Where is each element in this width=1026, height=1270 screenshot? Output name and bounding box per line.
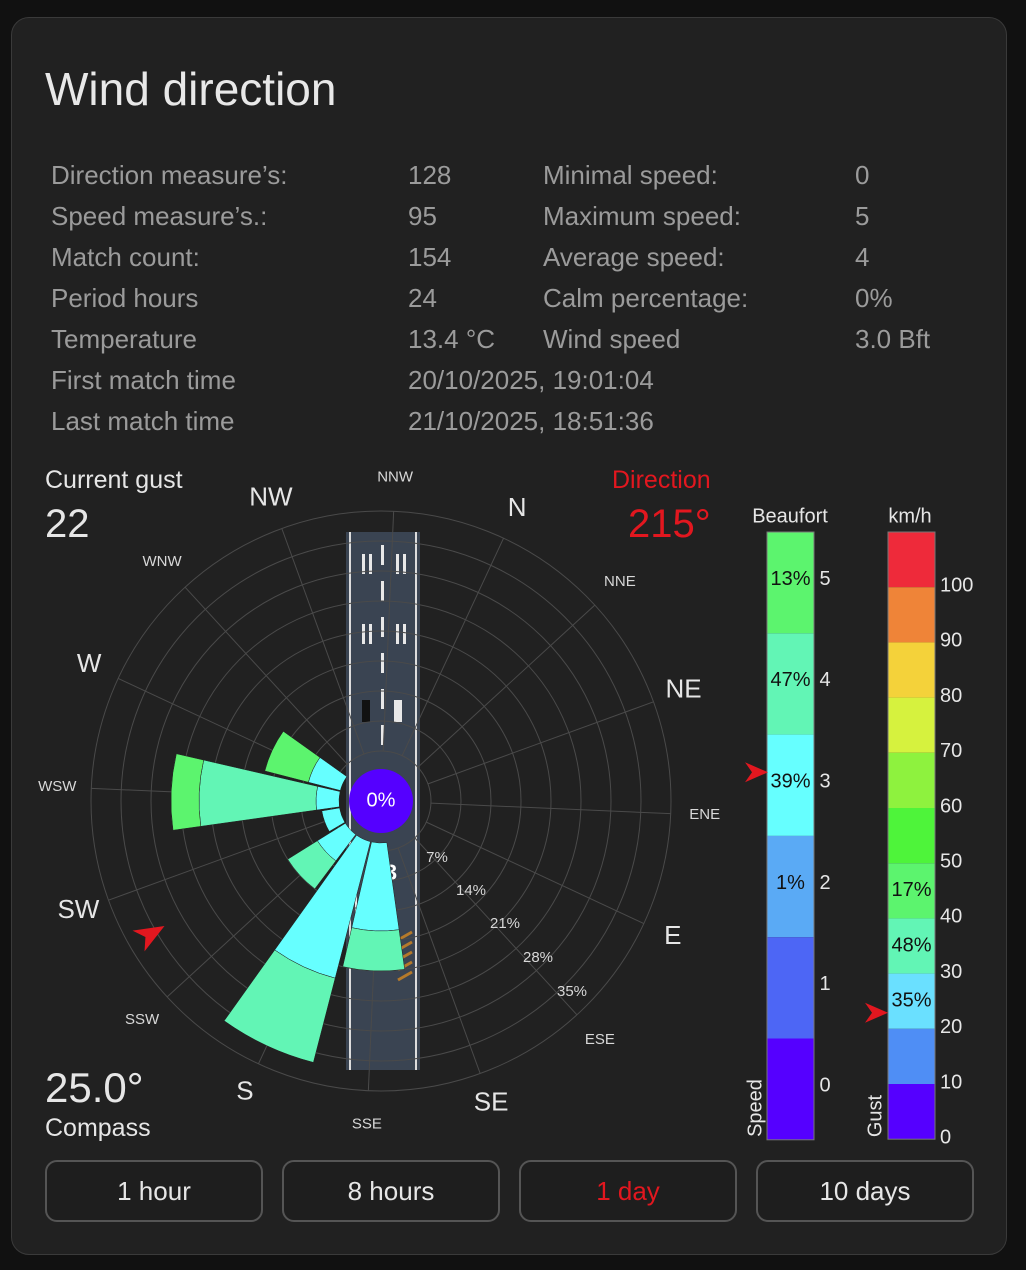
runway-marking xyxy=(396,554,399,574)
beaufort-percent: 39% xyxy=(770,771,810,793)
runway-centerline xyxy=(381,653,384,673)
direction-label-SE: SE xyxy=(474,1086,509,1116)
runway-marking xyxy=(362,624,365,644)
kmh-tick-label: 0 xyxy=(940,1126,951,1148)
runway-centerline xyxy=(381,581,384,601)
kmh-percent: 17% xyxy=(891,879,931,901)
kmh-tick-label: 50 xyxy=(940,850,962,872)
beaufort-percent: 1% xyxy=(776,872,805,894)
kmh-band xyxy=(888,1084,935,1140)
kmh-band xyxy=(888,587,935,643)
kmh-band xyxy=(888,1028,935,1084)
kmh-tick-label: 30 xyxy=(940,961,962,983)
runway-marking xyxy=(394,700,402,722)
direction-label-NNW: NNW xyxy=(377,468,414,485)
direction-label-NE: NE xyxy=(666,674,702,704)
period-button-1-hour[interactable]: 1 hour xyxy=(45,1160,263,1222)
kmh-tick-label: 60 xyxy=(940,795,962,817)
beaufort-percent: 13% xyxy=(770,568,810,590)
beaufort-percent: 47% xyxy=(770,669,810,691)
grid-spoke xyxy=(427,701,654,785)
kmh-tick-label: 10 xyxy=(940,1071,962,1093)
runway-marking xyxy=(396,624,399,644)
kmh-band xyxy=(888,697,935,753)
beaufort-axis-label: Speed xyxy=(744,1079,766,1137)
period-button-1-day[interactable]: 1 day xyxy=(519,1160,737,1222)
kmh-tick-label: 80 xyxy=(940,685,962,707)
kmh-percent: 35% xyxy=(891,989,931,1011)
beaufort-title: Beaufort xyxy=(752,505,828,527)
direction-label-SSW: SSW xyxy=(125,1011,160,1028)
kmh-band xyxy=(888,642,935,698)
kmh-band xyxy=(888,532,935,588)
direction-label-ENE: ENE xyxy=(689,806,720,823)
direction-label-W: W xyxy=(77,648,102,678)
direction-label-NNE: NNE xyxy=(604,573,636,590)
direction-label-WNW: WNW xyxy=(143,553,183,570)
ring-label: 35% xyxy=(557,983,587,1000)
direction-label-SSE: SSE xyxy=(352,1116,382,1133)
ring-label: 21% xyxy=(490,915,520,932)
beaufort-level-label: 2 xyxy=(819,872,830,894)
beaufort-level-label: 0 xyxy=(819,1074,830,1096)
grid-spoke xyxy=(426,821,645,925)
beaufort-band xyxy=(767,937,814,1039)
runway-marking xyxy=(362,554,365,574)
ring-label: 14% xyxy=(456,882,486,899)
beaufort-level-label: 5 xyxy=(819,568,830,590)
kmh-percent: 48% xyxy=(891,934,931,956)
kmh-band xyxy=(888,752,935,808)
direction-label-N: N xyxy=(508,492,527,522)
beaufort-current-marker xyxy=(745,762,768,783)
direction-label-S: S xyxy=(236,1076,253,1106)
kmh-band xyxy=(888,808,935,864)
beaufort-level-label: 4 xyxy=(819,669,830,691)
kmh-tick-label: 90 xyxy=(940,630,962,652)
runway-marking xyxy=(403,554,406,574)
direction-label-E: E xyxy=(664,920,681,950)
kmh-tick-label: 40 xyxy=(940,906,962,928)
direction-label-SW: SW xyxy=(57,894,99,924)
period-button-10-days[interactable]: 10 days xyxy=(756,1160,974,1222)
beaufort-band xyxy=(767,1038,814,1140)
runway-centerline xyxy=(381,545,384,565)
calm-percentage: 0% xyxy=(367,789,396,811)
runway-marking xyxy=(362,700,370,722)
runway-centerline xyxy=(381,689,384,709)
runway-marking xyxy=(403,624,406,644)
ring-label: 28% xyxy=(523,949,553,966)
grid-spoke xyxy=(184,586,348,765)
rose-petal-segment xyxy=(315,786,341,811)
runway-centerline xyxy=(381,617,384,637)
kmh-axis-label: Gust xyxy=(864,1094,886,1137)
runway-marking xyxy=(369,624,372,644)
kmh-tick-label: 100 xyxy=(940,574,973,596)
rose-petal-segment xyxy=(342,927,405,972)
direction-label-WSW: WSW xyxy=(38,778,77,795)
beaufort-level-label: 1 xyxy=(819,973,830,995)
rose-petal-segment xyxy=(170,753,204,831)
kmh-title: km/h xyxy=(888,505,931,527)
wind-rose-chart: 3 N NNE NE ENE E ESE SE SSE S SSW SW WSW W WNW NW NNW 7% 1… xyxy=(38,468,973,1148)
kmh-tick-label: 20 xyxy=(940,1016,962,1038)
beaufort-level-label: 3 xyxy=(819,771,830,793)
kmh-current-marker xyxy=(865,1002,888,1023)
period-button-8-hours[interactable]: 8 hours xyxy=(282,1160,500,1222)
ring-label: 7% xyxy=(426,849,448,866)
direction-label-ESE: ESE xyxy=(585,1031,615,1048)
kmh-tick-label: 70 xyxy=(940,740,962,762)
grid-spoke xyxy=(417,604,596,768)
direction-label-NW: NW xyxy=(249,481,293,511)
